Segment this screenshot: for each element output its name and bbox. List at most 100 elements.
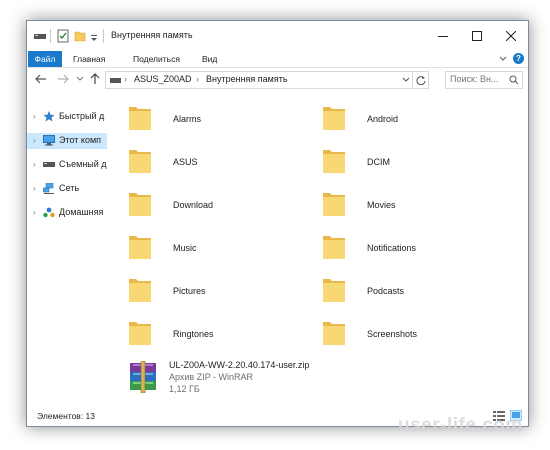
nav-item-this-pc[interactable]: › Этот комп (27, 133, 107, 149)
zip-file-name: UL-Z00A-WW-2.20.40.174-user.zip (169, 360, 310, 370)
drive-icon (110, 78, 121, 83)
folder-name: Pictures (173, 286, 206, 296)
homegroup-icon (43, 207, 55, 218)
refresh-icon (416, 76, 426, 85)
nav-item-network[interactable]: › Сеть (27, 181, 107, 197)
forward-arrow-icon[interactable] (57, 74, 69, 84)
properties-icon[interactable] (57, 29, 69, 43)
tab-file[interactable]: Файл (28, 51, 62, 67)
folder-icon (323, 193, 345, 216)
breadcrumb-device[interactable]: ASUS_Z00AD (134, 74, 192, 84)
tab-view[interactable]: Вид (202, 51, 217, 67)
nav-item-label: Этот комп (59, 135, 102, 145)
customize-quick-access-icon[interactable] (90, 29, 98, 43)
folder-item[interactable]: Alarms (127, 103, 317, 139)
folder-name: ASUS (173, 157, 198, 167)
close-icon (506, 31, 516, 41)
chevron-right-icon[interactable]: › (33, 184, 36, 193)
folder-icon (129, 107, 151, 130)
folder-name: Notifications (367, 243, 417, 253)
folder-name: DCIM (367, 157, 390, 167)
back-arrow-icon[interactable] (35, 74, 47, 84)
recent-locations-icon[interactable] (76, 76, 84, 82)
folder-item[interactable]: Pictures (127, 275, 317, 311)
folder-item[interactable]: Notifications (321, 232, 511, 268)
nav-item-label: Быстрый д (59, 111, 105, 121)
folder-item[interactable]: Podcasts (321, 275, 511, 311)
nav-item-label: Съемный д (59, 159, 107, 169)
folder-item[interactable]: Screenshots (321, 318, 511, 354)
close-button[interactable] (494, 21, 528, 51)
search-icon[interactable] (509, 75, 519, 85)
folder-icon (323, 150, 345, 173)
up-arrow-icon[interactable] (90, 73, 100, 85)
nav-item-quick-access[interactable]: › Быстрый д (27, 109, 107, 125)
window-title: Внутренняя память (111, 30, 193, 40)
maximize-button[interactable] (460, 21, 494, 51)
folder-name: Music (173, 243, 197, 253)
nav-item-homegroup[interactable]: › Домашняя (27, 205, 107, 221)
nav-item-label: Сеть (59, 183, 80, 193)
folder-name: Movies (367, 200, 396, 210)
nav-item-removable-drive[interactable]: › Съемный д (27, 157, 107, 173)
explorer-window: Внутренняя память Файл Главная Поделитьс… (26, 20, 529, 427)
search-input[interactable] (446, 72, 510, 86)
address-bar[interactable]: › ASUS_Z00AD › Внутренняя память (105, 71, 429, 89)
chevron-down-icon[interactable] (499, 55, 507, 63)
folder-name: Android (367, 114, 399, 124)
watermark: user-life.com (398, 415, 523, 436)
file-list: Alarms Android ASUS DCIM Download Movies… (117, 93, 522, 403)
minimize-icon (438, 36, 448, 37)
folder-name: Download (173, 200, 214, 210)
breadcrumb-separator[interactable]: › (196, 74, 199, 84)
folder-item[interactable]: Android (321, 103, 511, 139)
folder-icon (129, 279, 151, 302)
folder-icon (129, 150, 151, 173)
breadcrumb-current[interactable]: Внутренняя память (206, 74, 288, 84)
network-icon (43, 183, 54, 194)
tab-home[interactable]: Главная (73, 51, 105, 67)
folder-icon (323, 107, 345, 130)
search-box[interactable] (445, 71, 523, 89)
zip-file-type: Архив ZIP - WinRAR (169, 372, 254, 382)
maximize-icon (472, 31, 482, 41)
ribbon: Файл Главная Поделиться Вид ? (27, 51, 528, 68)
computer-icon (43, 135, 55, 146)
folder-item[interactable]: DCIM (321, 146, 511, 182)
breadcrumb-separator[interactable]: › (124, 74, 127, 84)
folder-item[interactable]: Movies (321, 189, 511, 225)
folder-name: Ringtones (173, 329, 214, 339)
chevron-down-icon[interactable] (402, 77, 410, 83)
chevron-right-icon[interactable]: › (33, 136, 36, 145)
folder-item[interactable]: ASUS (127, 146, 317, 182)
folder-icon (323, 236, 345, 259)
chevron-right-icon[interactable]: › (33, 160, 36, 169)
new-folder-icon[interactable] (74, 29, 86, 43)
star-icon (43, 111, 55, 122)
chevron-right-icon[interactable]: › (33, 208, 36, 217)
folder-name: Screenshots (367, 329, 418, 339)
folder-icon (323, 279, 345, 302)
folder-item[interactable]: Download (127, 189, 317, 225)
zip-file-item[interactable]: UL-Z00A-WW-2.20.40.174-user.zip Архив ZI… (123, 357, 313, 397)
drive-icon (43, 162, 55, 167)
nav-item-label: Домашняя (59, 207, 104, 217)
folder-name: Alarms (173, 114, 202, 124)
folder-item[interactable]: Ringtones (127, 318, 317, 354)
folder-icon (323, 322, 345, 345)
title-bar: Внутренняя память (27, 21, 528, 51)
zip-file-size: 1,12 ГБ (169, 384, 200, 394)
folder-icon (129, 236, 151, 259)
navigation-pane: › Быстрый д › Этот комп › Съемный д › Се… (27, 93, 107, 403)
item-count: Элементов: 13 (37, 411, 95, 421)
folder-icon (129, 322, 151, 345)
folder-item[interactable]: Music (127, 232, 317, 268)
tab-share[interactable]: Поделиться (133, 51, 180, 67)
drive-icon[interactable] (34, 29, 46, 43)
help-icon[interactable]: ? (513, 53, 524, 64)
minimize-button[interactable] (426, 21, 460, 51)
refresh-button[interactable] (412, 72, 429, 88)
chevron-right-icon[interactable]: › (33, 112, 36, 121)
winrar-archive-icon (130, 361, 156, 393)
folder-icon (129, 193, 151, 216)
